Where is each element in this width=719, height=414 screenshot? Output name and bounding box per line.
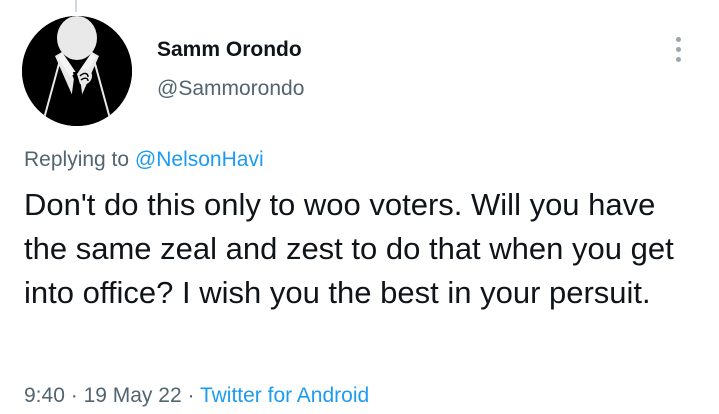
reply-mention-link[interactable]: @NelsonHavi: [135, 148, 264, 171]
tweet-meta: 9:40 · 19 May 22 · Twitter for Android: [24, 384, 369, 408]
meta-separator: ·: [187, 384, 195, 407]
more-vertical-icon-dot: [676, 57, 681, 62]
suit-tie-avatar-icon: [22, 16, 132, 126]
more-vertical-icon-dot: [676, 47, 681, 52]
tweet-date[interactable]: 19 May 22: [84, 384, 182, 407]
meta-separator: ·: [70, 384, 78, 407]
tweet-source-link[interactable]: Twitter for Android: [200, 384, 369, 407]
replying-to-label: Replying to: [24, 148, 130, 171]
more-vertical-icon: [676, 37, 681, 42]
tweet-text: Don't do this only to woo voters. Will y…: [24, 187, 674, 310]
tweet-time[interactable]: 9:40: [24, 384, 65, 407]
more-options-button[interactable]: [668, 35, 690, 65]
author-name[interactable]: Samm Orondo: [157, 38, 302, 62]
avatar[interactable]: [22, 16, 132, 126]
thread-connector-line: [75, 0, 77, 12]
replying-to-line: Replying to @NelsonHavi: [24, 148, 264, 172]
author-handle[interactable]: @Sammorondo: [157, 77, 304, 101]
